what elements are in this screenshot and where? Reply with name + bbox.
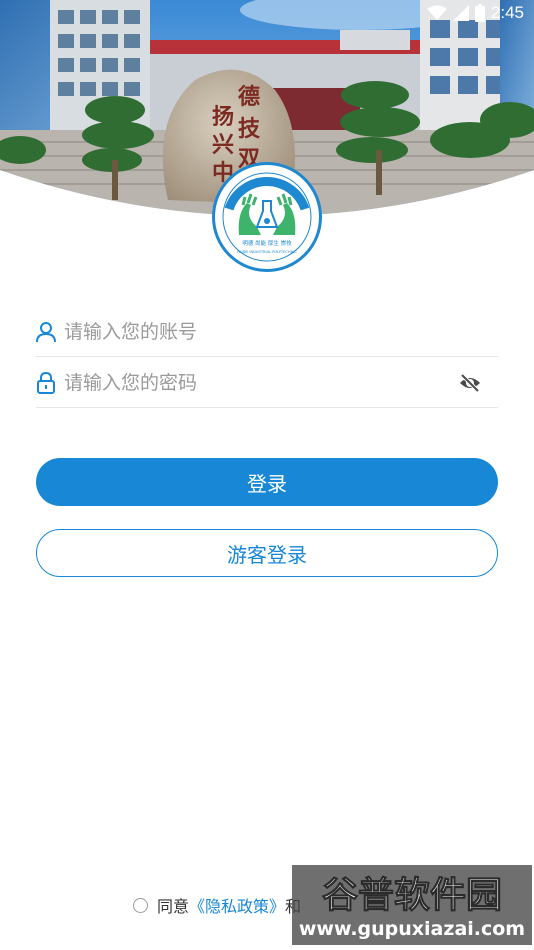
logo-english-name: HUBEI INDUSTRIAL POLYTECHNIC (237, 250, 297, 254)
agree-prefix: 同意 (157, 897, 190, 916)
svg-text:兴: 兴 (212, 132, 234, 158)
eye-off-icon[interactable] (458, 371, 482, 395)
svg-text:扬: 扬 (212, 104, 234, 130)
status-bar: 2:45 (0, 0, 534, 28)
logo-motto: 明德 尚能 厚生 崇技 (242, 239, 292, 247)
watermark-title: 谷普软件园 (322, 875, 502, 916)
privacy-policy-link[interactable]: 《隐私政策》 (189, 893, 285, 917)
site-watermark: 谷普软件园 www.gupuxiazai.com (292, 865, 532, 945)
college-emblem-icon: 明德 尚能 厚生 崇技 HUBEI INDUSTRIAL POLYTECHNIC (217, 167, 317, 267)
privacy-agreement: 同意 《隐私政策》 和 (133, 893, 301, 917)
status-time: 2:45 (490, 3, 524, 22)
watermark-logo: 谷普软件园 www.gupuxiazai.com (299, 875, 525, 941)
user-icon (36, 321, 56, 343)
account-field (36, 307, 498, 357)
svg-text:技: 技 (238, 116, 261, 142)
lock-icon (36, 371, 56, 394)
account-input[interactable] (64, 320, 444, 343)
guest-login-button[interactable]: 游客登录 (36, 529, 498, 577)
battery-icon (474, 4, 485, 22)
agree-radio-button[interactable] (133, 897, 148, 913)
svg-text:德: 德 (238, 84, 260, 110)
password-field (36, 358, 498, 408)
password-input[interactable] (64, 371, 444, 394)
status-icons: 2:45 (426, 3, 524, 23)
login-button[interactable]: 登录 (36, 458, 498, 506)
signal-icon (452, 5, 469, 21)
watermark-url: www.gupuxiazai.com (299, 918, 525, 940)
wifi-icon (426, 5, 447, 20)
college-logo: 明德 尚能 厚生 崇技 HUBEI INDUSTRIAL POLYTECHNIC (212, 162, 322, 272)
